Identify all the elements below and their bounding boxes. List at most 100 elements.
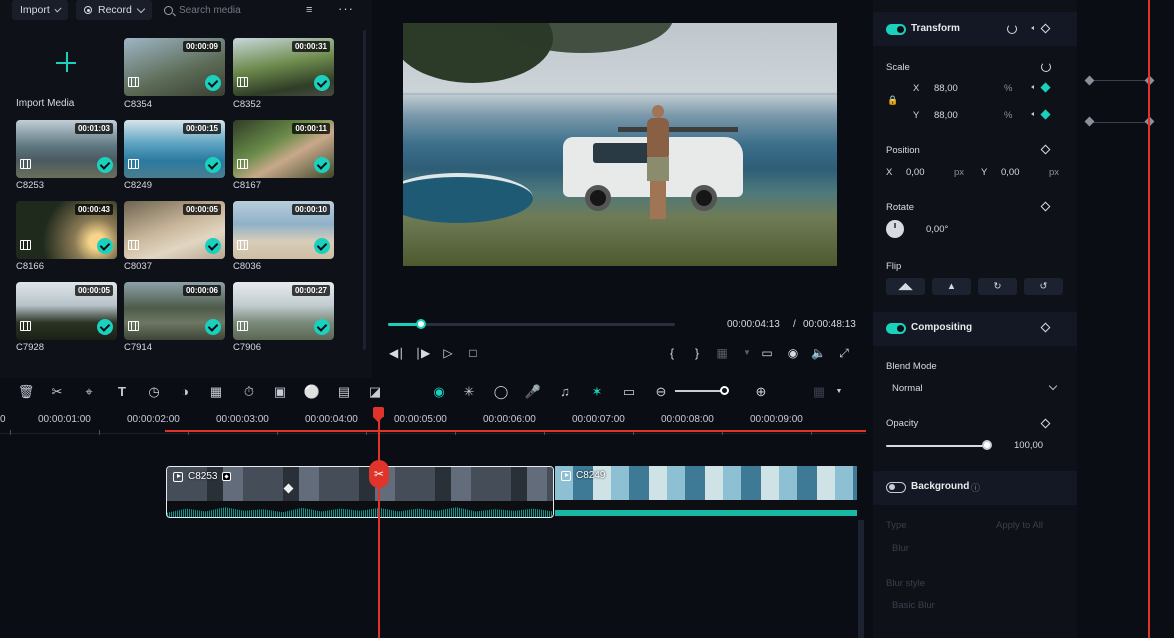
- background-toggle[interactable]: [886, 482, 906, 493]
- rotate-left-button[interactable]: ↺: [1024, 278, 1063, 295]
- current-time: 00:00:04:13: [727, 319, 780, 330]
- volume-icon[interactable]: 🔈: [811, 346, 826, 360]
- keyframe-clip-icon[interactable]: ◪: [366, 383, 384, 401]
- media-tile-c8253[interactable]: 00:01:03: [16, 120, 117, 178]
- transform-toggle[interactable]: [886, 24, 906, 35]
- subtitle-icon[interactable]: ▤: [335, 383, 353, 401]
- filter-icon[interactable]: ≡: [306, 4, 320, 16]
- delete-icon[interactable]: 🗑: [17, 383, 35, 401]
- playhead[interactable]: [378, 411, 380, 638]
- more-options-icon[interactable]: ···: [338, 1, 354, 16]
- media-name: C8354: [124, 99, 152, 110]
- compositing-toggle[interactable]: [886, 323, 906, 334]
- media-tile-c7906[interactable]: 00:00:27: [233, 282, 334, 340]
- media-tile-c8249[interactable]: 00:00:15: [124, 120, 225, 178]
- text-icon[interactable]: T: [113, 383, 131, 401]
- crop-icon[interactable]: ⌖: [80, 383, 98, 401]
- media-tile-c8166[interactable]: 00:00:43: [16, 201, 117, 259]
- play-icon[interactable]: ▷: [441, 346, 455, 360]
- background-type-label: Type: [886, 520, 907, 531]
- scale-x-input[interactable]: 88,00: [934, 83, 958, 94]
- media-tile-c8352[interactable]: 00:00:31: [233, 38, 334, 96]
- scale-y-input[interactable]: 88,00: [934, 110, 958, 121]
- scissors-icon[interactable]: ✂: [48, 383, 66, 401]
- media-scrollbar[interactable]: [363, 30, 366, 350]
- ai-companion-icon[interactable]: ◉: [430, 383, 448, 401]
- mark-out-icon[interactable]: }: [690, 346, 704, 360]
- prev-keyframe-icon[interactable]: [1031, 26, 1034, 30]
- stop-icon[interactable]: □: [466, 346, 480, 360]
- help-icon[interactable]: ⓘ: [971, 481, 980, 494]
- media-tile-c7914[interactable]: 00:00:06: [124, 282, 225, 340]
- speed-icon[interactable]: ◷: [145, 383, 163, 401]
- music-icon[interactable]: ♫: [556, 383, 574, 401]
- media-name: C7914: [124, 342, 152, 353]
- zoom-in-icon[interactable]: ⊕: [752, 383, 770, 401]
- progress-knob[interactable]: [416, 319, 426, 329]
- video-preview[interactable]: [403, 23, 837, 266]
- timeline-scrollbar[interactable]: [858, 520, 864, 638]
- rotate-dial[interactable]: [886, 220, 904, 238]
- snap-icon[interactable]: ✶: [588, 383, 606, 401]
- media-tile-c8167[interactable]: 00:00:11: [233, 120, 334, 178]
- check-icon: [314, 75, 330, 91]
- import-media-tile[interactable]: Import Media: [16, 38, 117, 110]
- reset-icon[interactable]: [1041, 62, 1051, 72]
- position-y-input[interactable]: 0,00: [1001, 167, 1020, 178]
- mark-in-icon[interactable]: {: [665, 346, 679, 360]
- search-input[interactable]: [179, 4, 289, 16]
- link-icon[interactable]: ▭: [620, 383, 638, 401]
- media-tile-c8354[interactable]: 00:00:09: [124, 38, 225, 96]
- record-dropdown[interactable]: Record: [76, 0, 152, 20]
- blur-style-value[interactable]: Basic Blur: [892, 600, 935, 611]
- zoom-out-icon[interactable]: ⊖: [652, 383, 670, 401]
- opacity-knob[interactable]: [982, 440, 992, 450]
- blend-mode-select[interactable]: Normal: [886, 378, 1062, 398]
- background-type-value[interactable]: Blur: [892, 543, 909, 554]
- ai-portrait-icon[interactable]: ▦: [207, 383, 225, 401]
- playhead-handle[interactable]: [373, 407, 384, 422]
- chevron-down-icon: [1048, 381, 1058, 391]
- render-icon[interactable]: ✳: [460, 383, 478, 401]
- playback-progress[interactable]: [388, 319, 675, 329]
- mask-icon[interactable]: ⚪: [303, 383, 321, 401]
- play-frame-icon[interactable]: ∣▶: [415, 346, 430, 360]
- flip-horizontal-button[interactable]: ◢◣: [886, 278, 925, 295]
- color-icon[interactable]: ◑: [176, 383, 194, 401]
- microphone-icon[interactable]: 🎤: [524, 383, 542, 401]
- rotate-value[interactable]: 0,00°: [926, 224, 948, 235]
- shield-icon[interactable]: ◯: [492, 383, 510, 401]
- zoom-knob[interactable]: [720, 386, 729, 395]
- reset-icon[interactable]: [1007, 24, 1017, 34]
- lock-icon[interactable]: 🔒: [887, 95, 898, 106]
- duration-icon[interactable]: ⏱: [240, 383, 258, 401]
- prev-keyframe-icon[interactable]: [1031, 112, 1034, 116]
- flip-vertical-button[interactable]: ▲: [932, 278, 971, 295]
- timeline-clip-c8253[interactable]: C8253: [166, 466, 554, 518]
- opacity-slider[interactable]: [886, 445, 987, 447]
- ruler-label: 00:00:04:00: [305, 414, 358, 425]
- fullscreen-icon[interactable]: ⤢: [837, 346, 851, 360]
- position-x-input[interactable]: 0,00: [906, 167, 925, 178]
- prev-keyframe-icon[interactable]: [1031, 85, 1034, 89]
- scissors-icon[interactable]: ✂: [369, 460, 389, 488]
- display-icon[interactable]: ▭: [760, 346, 774, 360]
- media-tile-c8037[interactable]: 00:00:05: [124, 201, 225, 259]
- snapshot-icon[interactable]: ◉: [786, 346, 800, 360]
- van-wheel: [691, 185, 717, 211]
- position-y-label: Y: [981, 167, 988, 178]
- timeline-clip-c8249[interactable]: C8249: [555, 466, 857, 518]
- media-tile-c8036[interactable]: 00:00:10: [233, 201, 334, 259]
- opacity-value[interactable]: 100,00: [1014, 440, 1043, 451]
- fit-icon[interactable]: ▣: [271, 383, 289, 401]
- media-tile-c7928[interactable]: 00:00:05: [16, 282, 117, 340]
- import-dropdown[interactable]: Import: [12, 0, 68, 20]
- apply-to-all-button[interactable]: Apply to All: [996, 520, 1043, 531]
- rotate-right-button[interactable]: ↻: [978, 278, 1017, 295]
- previous-frame-icon[interactable]: ◀∣: [389, 346, 404, 360]
- chevron-down-icon: [54, 4, 62, 13]
- zoom-slider[interactable]: [675, 390, 725, 392]
- keyframe-playhead[interactable]: [1148, 0, 1150, 638]
- layout-icon[interactable]: ▦: [810, 383, 828, 401]
- chevron-down-icon[interactable]: ▼: [830, 383, 848, 401]
